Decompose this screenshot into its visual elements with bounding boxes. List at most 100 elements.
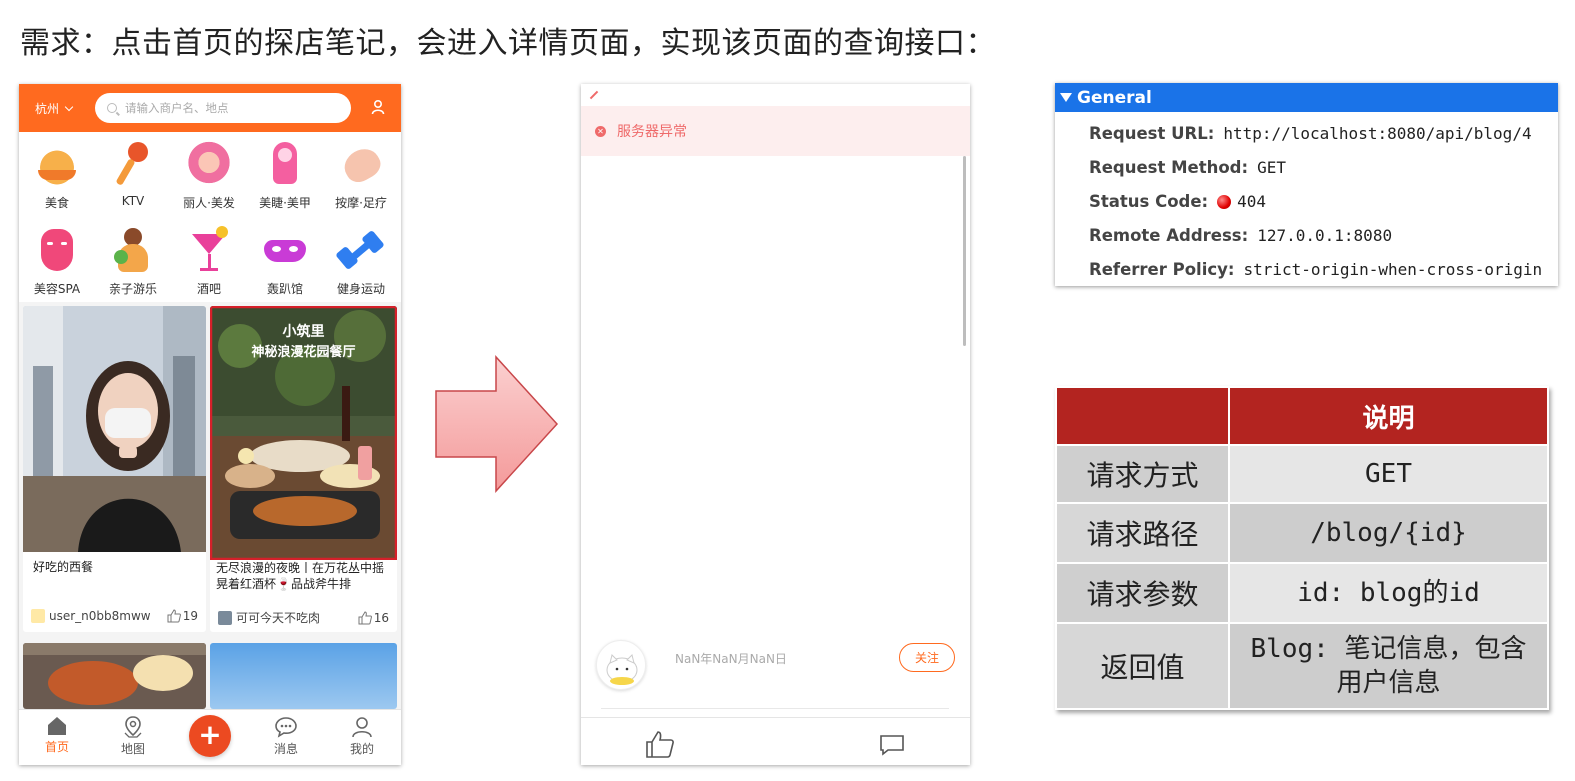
blog-meta: 可可今天不吃肉 16 xyxy=(218,609,389,626)
dumbbell-icon xyxy=(335,226,386,276)
divider xyxy=(601,708,949,709)
nail-icon xyxy=(260,140,310,190)
category-nail[interactable]: 美睫·美甲 xyxy=(247,140,323,211)
cocktail-icon xyxy=(184,226,234,276)
table-row: 返回值 Blog: 笔记信息，包含用户信息 xyxy=(1055,622,1549,710)
blog-card[interactable]: 好吃的西餐 user_n0bb8mww 19 xyxy=(23,306,206,632)
avatar xyxy=(218,610,232,625)
error-toast: ✕ 服务器异常 xyxy=(581,106,970,156)
blog-meta: user_n0bb8mww 19 xyxy=(31,609,198,623)
referrer-policy-row: Referrer Policy: strict-origin-when-cross… xyxy=(1089,260,1543,279)
blog-image: 小筑里 神秘浪漫花园餐厅 xyxy=(210,306,397,560)
tab-messages[interactable]: 消息 xyxy=(256,716,316,757)
row-value: Blog: 笔记信息，包含用户信息 xyxy=(1228,622,1549,710)
category-beauty-hair[interactable]: 丽人·美发 xyxy=(171,140,247,211)
row-value: id: blog的id xyxy=(1228,562,1549,624)
status-code-row: Status Code: 404 xyxy=(1089,192,1267,211)
microphone-icon xyxy=(108,140,158,190)
chevron-down-icon xyxy=(64,102,74,111)
avatar xyxy=(31,609,45,623)
category-bar[interactable]: 酒吧 xyxy=(171,226,247,297)
blog-title: 无尽浪漫的夜晚丨在万花丛中摇晃着红酒杯🍷品战斧牛排 xyxy=(216,561,385,591)
chat-icon xyxy=(275,717,297,738)
table-header: 说明 xyxy=(1055,386,1549,446)
roast-chicken-icon xyxy=(32,140,82,190)
category-grid: 美食 KTV 丽人·美发 美睫·美甲 按摩·足疗 美容SPA 亲子游乐 酒吧 轰… xyxy=(19,132,401,302)
comment-icon[interactable] xyxy=(879,734,905,756)
category-party[interactable]: 轰趴馆 xyxy=(247,226,323,297)
status-error-icon xyxy=(1217,194,1232,209)
parent-child-icon xyxy=(108,226,158,276)
image-title-line1: 小筑里 xyxy=(283,323,325,340)
search-icon xyxy=(107,103,117,113)
blog-author: user_n0bb8mww xyxy=(49,609,151,623)
blog-card[interactable] xyxy=(210,643,397,709)
table-row: 请求路径 /blog/{id} xyxy=(1055,502,1549,564)
category-massage[interactable]: 按摩·足疗 xyxy=(323,140,399,211)
action-bar xyxy=(581,717,970,765)
row-label: 返回值 xyxy=(1055,622,1230,710)
category-ktv[interactable]: KTV xyxy=(95,140,171,208)
row-label: 请求路径 xyxy=(1055,502,1230,564)
city-selector[interactable]: 杭州 xyxy=(35,100,74,117)
home-icon xyxy=(48,717,66,735)
follow-button[interactable]: 关注 xyxy=(899,643,955,672)
search-input[interactable] xyxy=(125,101,325,115)
post-date: NaN年NaN月NaN日 xyxy=(675,652,787,666)
massage-icon xyxy=(336,140,386,190)
blog-image xyxy=(23,306,206,552)
map-pin-icon xyxy=(124,716,142,738)
publish-button[interactable]: + xyxy=(189,715,231,757)
blog-image xyxy=(210,643,397,709)
party-mask-icon xyxy=(260,226,310,276)
category-spa[interactable]: 美容SPA xyxy=(19,226,95,297)
table-row: 请求参数 id: blog的id xyxy=(1055,562,1549,624)
api-spec-table: 说明 请求方式 GET 请求路径 /blog/{id} 请求参数 id: blo… xyxy=(1055,386,1549,710)
category-food[interactable]: 美食 xyxy=(19,140,95,211)
category-family[interactable]: 亲子游乐 xyxy=(95,226,171,297)
blog-card[interactable] xyxy=(23,643,206,709)
like-button[interactable]: 19 xyxy=(167,609,198,623)
hair-salon-icon xyxy=(184,140,234,190)
blog-card-selected[interactable]: 小筑里 神秘浪漫花园餐厅 无尽浪漫的夜晚丨在万花丛中摇晃着红酒杯🍷品战斧牛排 可… xyxy=(210,306,397,632)
triangle-down-icon xyxy=(1060,93,1072,102)
devtools-general-panel: General Request URL: http://localhost:808… xyxy=(1055,83,1558,286)
image-title-line2: 神秘浪漫花园餐厅 xyxy=(251,344,355,360)
avatar[interactable] xyxy=(596,640,646,690)
blog-author: 可可今天不吃肉 xyxy=(236,611,321,625)
page-title: 需求：点击首页的探店笔记，会进入详情页面，实现该页面的查询接口： xyxy=(20,26,996,61)
thumbs-up-icon[interactable] xyxy=(645,730,675,758)
search-box[interactable] xyxy=(95,93,351,123)
top-bar: 杭州 xyxy=(19,84,401,132)
remote-address-row: Remote Address: 127.0.0.1:8080 xyxy=(1089,226,1393,245)
error-icon: ✕ xyxy=(595,125,606,137)
request-url-row: Request URL: http://localhost:8080/api/bl… xyxy=(1089,124,1532,143)
like-button[interactable]: 16 xyxy=(358,611,389,625)
error-message: 服务器异常 xyxy=(617,124,687,140)
bottom-tab-bar: 首页 地图 + 消息 我的 xyxy=(19,709,401,765)
row-label: 请求方式 xyxy=(1055,444,1230,504)
decorative-stroke xyxy=(589,90,599,100)
home-screen: 杭州 美食 KTV 丽人·美发 美睫·美甲 按摩·足疗 xyxy=(19,84,401,765)
thumbs-up-icon xyxy=(167,609,181,623)
blog-detail-screen: ✕ 服务器异常 NaN年NaN月NaN日 关注 xyxy=(581,84,970,765)
tab-profile[interactable]: 我的 xyxy=(332,716,392,757)
tab-home[interactable]: 首页 xyxy=(27,716,87,755)
row-value: /blog/{id} xyxy=(1228,502,1549,564)
blog-image xyxy=(23,643,206,709)
request-method-row: Request Method: GET xyxy=(1089,158,1286,177)
scrollbar[interactable] xyxy=(963,156,966,346)
user-icon[interactable] xyxy=(371,99,385,115)
header-empty-cell xyxy=(1055,386,1230,446)
thumbs-up-icon xyxy=(358,610,372,624)
row-value: GET xyxy=(1228,444,1549,504)
profile-icon xyxy=(352,717,372,738)
city-label: 杭州 xyxy=(35,102,60,116)
category-fitness[interactable]: 健身运动 xyxy=(323,226,399,297)
tab-map[interactable]: 地图 xyxy=(103,716,163,757)
blog-title: 好吃的西餐 xyxy=(33,560,94,574)
spa-mask-icon xyxy=(32,226,82,276)
header-description: 说明 xyxy=(1228,386,1549,446)
cat-avatar-icon xyxy=(606,654,638,685)
general-header[interactable]: General xyxy=(1055,83,1558,112)
